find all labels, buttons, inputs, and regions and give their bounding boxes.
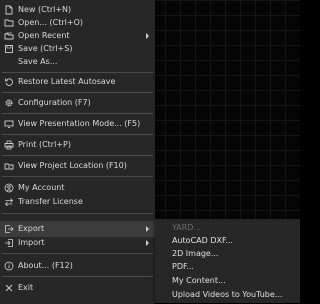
menu-separator bbox=[2, 176, 153, 177]
file-menu: New (Ctrl+N) Open... (Ctrl+O) Open Recen… bbox=[0, 0, 155, 304]
print-icon bbox=[3, 140, 14, 150]
menu-item-configuration[interactable]: Configuration (F7) bbox=[0, 95, 155, 111]
menu-item-label: Transfer License bbox=[18, 197, 83, 206]
export-item-my-content[interactable]: My Content... bbox=[155, 274, 300, 288]
folder-open-icon bbox=[3, 18, 14, 28]
submenu-arrow-icon bbox=[146, 33, 149, 39]
menu-separator bbox=[2, 276, 153, 277]
menu-item-label: View Project Location (F10) bbox=[18, 161, 127, 170]
menu-item-presentation-mode[interactable]: View Presentation Mode... (F5) bbox=[0, 116, 155, 132]
save-icon bbox=[3, 44, 14, 54]
submenu-arrow-icon bbox=[146, 226, 149, 232]
menu-separator bbox=[2, 253, 153, 254]
menu-item-label: Export bbox=[18, 224, 45, 233]
menu-item-save-as[interactable]: Save As... bbox=[0, 54, 155, 70]
menu-item-label: About... (F12) bbox=[18, 261, 73, 270]
menu-item-print[interactable]: Print (Ctrl+P) bbox=[0, 137, 155, 153]
submenu-item-label: 2D Image... bbox=[172, 249, 219, 258]
export-item-2d-image[interactable]: 2D Image... bbox=[155, 247, 300, 261]
menu-separator bbox=[2, 113, 153, 114]
new-file-icon bbox=[3, 5, 14, 15]
export-icon bbox=[3, 224, 14, 234]
submenu-item-label: YARD... bbox=[172, 223, 202, 232]
submenu-item-label: AutoCAD DXF... bbox=[172, 236, 233, 245]
menu-item-label: Exit bbox=[18, 283, 34, 292]
menu-item-label: Print (Ctrl+P) bbox=[18, 140, 71, 149]
menu-item-about[interactable]: About... (F12) bbox=[0, 258, 155, 274]
restore-icon bbox=[3, 77, 14, 87]
menu-item-project-location[interactable]: View Project Location (F10) bbox=[0, 158, 155, 174]
menu-item-transfer-license[interactable]: Transfer License bbox=[0, 194, 155, 210]
submenu-item-label: My Content... bbox=[172, 276, 226, 285]
gear-icon bbox=[3, 98, 14, 108]
info-icon bbox=[3, 261, 14, 271]
menu-separator bbox=[2, 92, 153, 93]
menu-separator bbox=[2, 155, 153, 156]
export-item-autocad-dxf[interactable]: AutoCAD DXF... bbox=[155, 234, 300, 248]
menu-item-label: Save (Ctrl+S) bbox=[18, 44, 73, 53]
menu-separator bbox=[2, 72, 153, 73]
menu-item-label: View Presentation Mode... (F5) bbox=[18, 119, 141, 128]
location-icon bbox=[3, 161, 14, 171]
menu-item-label: Save As... bbox=[18, 57, 58, 66]
export-item-yard: YARD... bbox=[155, 221, 300, 235]
menu-item-label: Import bbox=[18, 238, 45, 247]
transfer-icon bbox=[3, 197, 14, 207]
export-item-pdf[interactable]: PDF... bbox=[155, 260, 300, 274]
user-icon bbox=[3, 183, 14, 193]
menu-item-label: My Account bbox=[18, 183, 65, 192]
menu-item-restore-autosave[interactable]: Restore Latest Autosave bbox=[0, 74, 155, 90]
import-icon bbox=[3, 238, 14, 248]
close-icon bbox=[3, 283, 14, 293]
menu-item-label: Open Recent bbox=[18, 31, 70, 40]
menu-item-label: Restore Latest Autosave bbox=[18, 77, 116, 86]
open-recent-icon bbox=[3, 31, 14, 41]
menu-item-label: Configuration (F7) bbox=[18, 98, 91, 107]
submenu-item-label: PDF... bbox=[172, 262, 194, 271]
menu-separator bbox=[2, 134, 153, 135]
submenu-arrow-icon bbox=[146, 240, 149, 246]
submenu-item-label: Upload Videos to YouTube... bbox=[172, 290, 283, 299]
menu-item-exit[interactable]: Exit bbox=[0, 280, 155, 296]
menu-item-import[interactable]: Import bbox=[0, 235, 155, 251]
presentation-icon bbox=[3, 119, 14, 129]
export-submenu: YARD... AutoCAD DXF... 2D Image... PDF..… bbox=[155, 219, 300, 303]
menu-item-label: New (Ctrl+N) bbox=[18, 5, 72, 14]
menu-separator bbox=[2, 213, 153, 214]
menu-item-label: Open... (Ctrl+O) bbox=[18, 18, 84, 27]
